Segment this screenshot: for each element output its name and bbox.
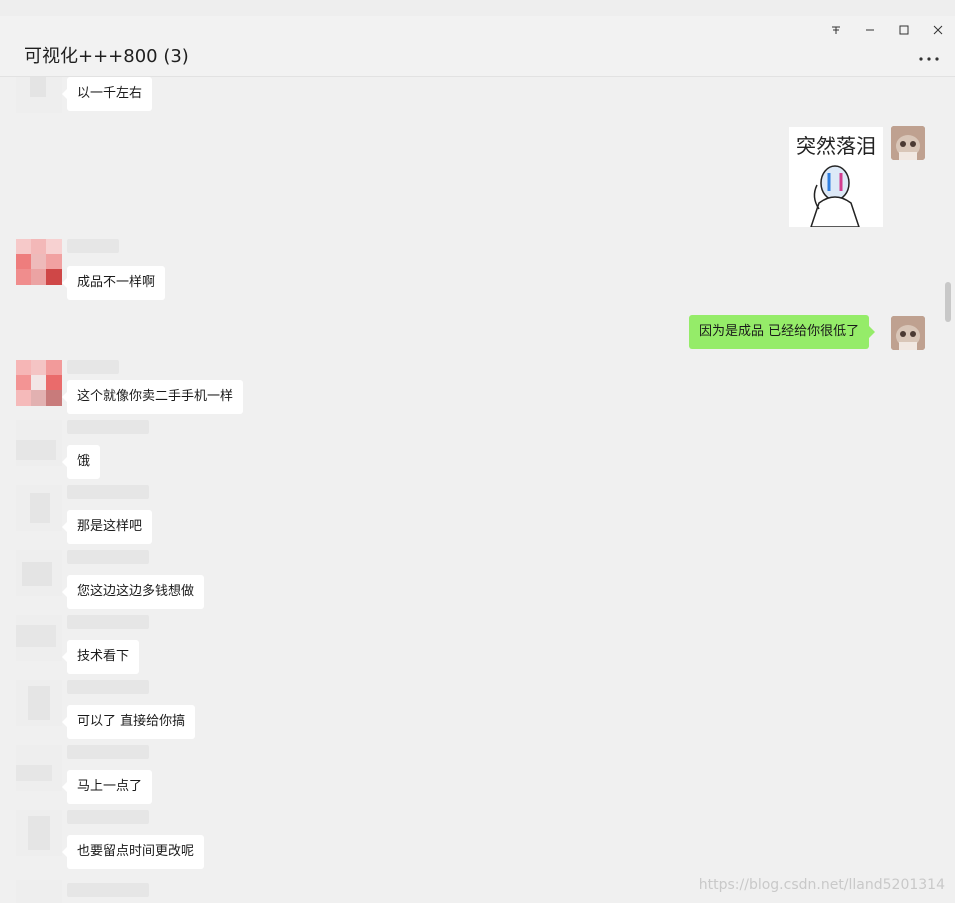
close-button[interactable] bbox=[921, 16, 955, 44]
sender-name bbox=[67, 810, 149, 824]
chat-title: 可视化+++800 (3) bbox=[24, 46, 189, 67]
cat-avatar-icon bbox=[891, 316, 925, 350]
self-avatar[interactable] bbox=[891, 316, 925, 350]
message-bubble[interactable]: 这个就像你卖二手手机一样 bbox=[61, 380, 244, 414]
maximize-icon bbox=[899, 25, 909, 35]
message-bubble[interactable]: 成品不一样啊 bbox=[61, 266, 166, 300]
sender-name bbox=[67, 615, 149, 629]
chat-message-area[interactable]: 以一千左右 突然落泪 成品不一样啊 因为是成品 已经给你很低了 这个就像你卖二手… bbox=[0, 77, 955, 903]
sender-name bbox=[67, 420, 149, 434]
title-bar: 可视化+++800 (3) bbox=[0, 16, 955, 77]
minimize-button[interactable] bbox=[853, 16, 887, 44]
message-bubble[interactable]: 技术看下 bbox=[61, 640, 140, 674]
maximize-button[interactable] bbox=[887, 16, 921, 44]
sender-name bbox=[67, 239, 119, 253]
sticker-image[interactable]: 突然落泪 bbox=[789, 127, 883, 227]
avatar[interactable] bbox=[16, 810, 62, 856]
window-top-strip bbox=[0, 0, 955, 16]
close-icon bbox=[933, 25, 943, 35]
avatar[interactable] bbox=[16, 880, 62, 903]
message-bubble[interactable]: 您这边这边多钱想做 bbox=[61, 575, 205, 609]
avatar[interactable] bbox=[16, 77, 62, 113]
message-bubble[interactable]: 以一千左右 bbox=[61, 77, 153, 111]
pin-icon bbox=[832, 26, 840, 34]
sender-name bbox=[67, 883, 149, 897]
avatar[interactable] bbox=[16, 485, 62, 531]
message-bubble[interactable]: 可以了 直接给你搞 bbox=[61, 705, 196, 739]
sender-name bbox=[67, 550, 149, 564]
more-options-button[interactable] bbox=[917, 50, 941, 68]
sender-name bbox=[67, 745, 149, 759]
message-bubble-self[interactable]: 因为是成品 已经给你很低了 bbox=[689, 315, 876, 349]
avatar[interactable] bbox=[16, 239, 62, 285]
sender-name bbox=[67, 485, 149, 499]
sender-name bbox=[67, 360, 119, 374]
message-bubble[interactable]: 饿 bbox=[61, 445, 101, 479]
avatar[interactable] bbox=[16, 615, 62, 661]
avatar[interactable] bbox=[16, 360, 62, 406]
avatar[interactable] bbox=[16, 550, 62, 596]
crying-meme-sticker-icon: 突然落泪 bbox=[789, 127, 883, 227]
message-bubble[interactable]: 也要留点时间更改呢 bbox=[61, 835, 205, 869]
message-bubble[interactable]: 马上一点了 bbox=[61, 770, 153, 804]
sticker-text: 突然落泪 bbox=[796, 134, 876, 158]
avatar[interactable] bbox=[16, 680, 62, 726]
cat-avatar-icon bbox=[891, 126, 925, 160]
avatar[interactable] bbox=[16, 745, 62, 791]
sender-name bbox=[67, 680, 149, 694]
minimize-icon bbox=[866, 29, 874, 31]
avatar[interactable] bbox=[16, 420, 62, 466]
scrollbar-thumb[interactable] bbox=[945, 282, 951, 322]
watermark: https://blog.csdn.net/lland5201314 bbox=[698, 877, 945, 893]
message-bubble[interactable]: 那是这样吧 bbox=[61, 510, 153, 544]
more-dots-icon bbox=[919, 57, 939, 61]
pin-button[interactable] bbox=[819, 16, 853, 44]
self-avatar[interactable] bbox=[891, 126, 925, 160]
